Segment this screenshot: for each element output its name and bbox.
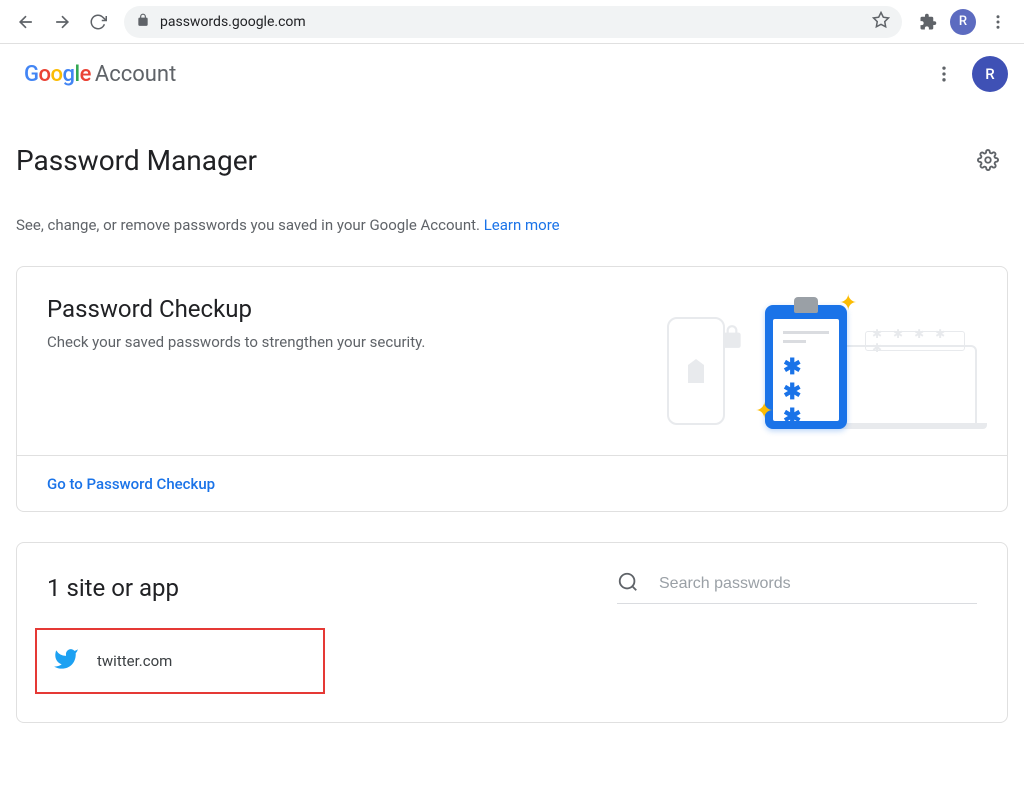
site-name: twitter.com — [97, 652, 172, 670]
twitter-icon — [53, 646, 79, 676]
profile-avatar-small[interactable]: R — [950, 9, 976, 35]
arrow-right-icon — [52, 12, 72, 32]
go-to-checkup-link[interactable]: Go to Password Checkup — [47, 475, 215, 493]
reload-icon — [89, 13, 107, 31]
arrow-left-icon — [16, 12, 36, 32]
reload-button[interactable] — [80, 4, 116, 40]
browser-toolbar: passwords.google.com R — [0, 0, 1024, 44]
checkup-description: Check your saved passwords to strengthen… — [47, 333, 637, 351]
page-description: See, change, or remove passwords you sav… — [16, 216, 1008, 234]
browser-menu-button[interactable] — [980, 4, 1016, 40]
back-button[interactable] — [8, 4, 44, 40]
gear-icon — [977, 149, 999, 171]
checkup-illustration: ✱ ✱ ✱ ✱ ✱ ✱ ✱ ✱ ✦ ✦ — [637, 295, 977, 435]
learn-more-link[interactable]: Learn more — [484, 216, 560, 234]
lock-icon — [136, 13, 150, 31]
account-label: Account — [95, 62, 176, 87]
extensions-button[interactable] — [910, 4, 946, 40]
search-input[interactable] — [659, 575, 977, 593]
search-passwords-field[interactable] — [617, 571, 977, 604]
saved-sites-card: 1 site or app twitter.com — [16, 542, 1008, 723]
url-text: passwords.google.com — [160, 14, 306, 30]
settings-button[interactable] — [968, 140, 1008, 180]
bookmark-star-icon[interactable] — [872, 11, 890, 33]
kebab-icon — [989, 13, 1007, 31]
search-icon — [617, 571, 639, 597]
password-checkup-card: Password Checkup Check your saved passwo… — [16, 266, 1008, 512]
profile-avatar[interactable]: R — [972, 56, 1008, 92]
kebab-icon — [934, 64, 954, 84]
google-logo: Google — [24, 62, 91, 87]
page-title: Password Manager — [16, 144, 257, 177]
puzzle-icon — [919, 13, 937, 31]
sites-count-heading: 1 site or app — [47, 574, 179, 602]
header-menu-button[interactable] — [924, 54, 964, 94]
checkup-title: Password Checkup — [47, 295, 637, 323]
site-entry-twitter[interactable]: twitter.com — [35, 628, 325, 694]
forward-button[interactable] — [44, 4, 80, 40]
app-header: Google Account R — [0, 44, 1024, 104]
address-bar[interactable]: passwords.google.com — [124, 6, 902, 38]
